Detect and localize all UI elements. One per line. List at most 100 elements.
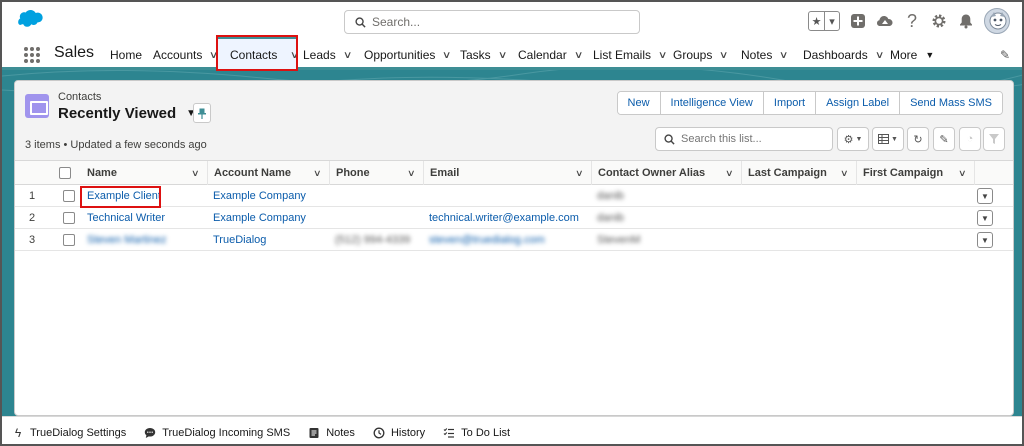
account-name-link[interactable]: TrueDialog xyxy=(213,229,266,251)
nav-item-label: Accounts xyxy=(153,48,203,62)
table-row[interactable]: 1 Example Client Example Company danib ▼ xyxy=(15,185,1013,207)
column-header-account-name[interactable]: Account Name ∨ xyxy=(207,161,329,185)
notes-icon xyxy=(309,427,319,438)
trailhead-icon[interactable] xyxy=(876,12,894,30)
chat-icon xyxy=(145,427,156,438)
utility-item-history[interactable]: History xyxy=(373,427,425,439)
row-actions-menu[interactable]: ▼ xyxy=(977,232,993,248)
setup-gear-icon[interactable] xyxy=(930,12,948,30)
row-checkbox[interactable] xyxy=(63,234,75,246)
charts-button[interactable]: ◔ xyxy=(959,127,981,151)
nav-item-label: More xyxy=(890,48,918,62)
nav-item-dashboards[interactable]: Dashboards ∨ xyxy=(803,48,885,62)
chevron-down-icon[interactable]: ∨ xyxy=(313,168,322,179)
global-search-input[interactable]: Search... xyxy=(344,10,640,34)
chevron-down-icon[interactable]: ∨ xyxy=(840,168,849,179)
nav-item-opportunities[interactable]: Opportunities ∨ xyxy=(364,48,452,62)
send-mass-sms-button[interactable]: Send Mass SMS xyxy=(899,92,1002,114)
caret-down-icon[interactable]: ▼ xyxy=(925,50,934,60)
nav-item-calendar[interactable]: Calendar ∨ xyxy=(518,48,584,62)
chevron-down-icon[interactable]: ∨ xyxy=(779,50,789,61)
nav-item-accounts[interactable]: Accounts ∨ xyxy=(153,48,219,62)
notifications-bell-icon[interactable] xyxy=(957,12,975,30)
contact-name-link[interactable]: Steven Martinez xyxy=(87,229,166,251)
chevron-down-icon[interactable]: ∨ xyxy=(875,50,885,61)
email-link[interactable]: technical.writer@example.com xyxy=(429,207,579,229)
assign-label-button[interactable]: Assign Label xyxy=(815,92,900,114)
nav-item-more[interactable]: More ▼ xyxy=(890,48,934,62)
search-icon xyxy=(355,16,366,28)
list-settings-button[interactable]: ⚙ ▼ xyxy=(837,127,869,151)
chevron-down-icon[interactable]: ∨ xyxy=(407,168,416,179)
nav-item-leads[interactable]: Leads ∨ xyxy=(303,48,353,62)
app-launcher-icon[interactable] xyxy=(24,47,40,63)
favorites-group[interactable]: ★ ▾ xyxy=(808,11,840,31)
chevron-down-icon[interactable]: ∨ xyxy=(498,50,508,61)
utility-item-label: Notes xyxy=(326,426,355,439)
account-name-link[interactable]: Example Company xyxy=(213,207,306,229)
utility-item-label: TrueDialog Incoming SMS xyxy=(162,426,291,439)
global-header: Search... ★ ▾ ? xyxy=(2,2,1022,40)
nav-item-list-emails[interactable]: List Emails ∨ xyxy=(593,48,668,62)
help-icon[interactable]: ? xyxy=(903,11,921,31)
row-actions-menu[interactable]: ▼ xyxy=(977,188,993,204)
list-search-field[interactable] xyxy=(655,127,833,151)
contact-name-link[interactable]: Technical Writer xyxy=(87,207,165,229)
list-view-selector[interactable]: Recently Viewed ▼ xyxy=(58,105,196,122)
column-header-email[interactable]: Email ∨ xyxy=(423,161,591,185)
search-icon xyxy=(664,133,675,145)
chevron-down-icon[interactable]: ∨ xyxy=(343,50,353,61)
history-clock-icon xyxy=(373,427,385,438)
favorites-star-icon[interactable]: ★ xyxy=(809,12,825,30)
chevron-down-icon[interactable]: ∨ xyxy=(719,50,729,61)
add-icon[interactable] xyxy=(849,12,867,30)
row-actions-menu[interactable]: ▼ xyxy=(977,210,993,226)
chevron-down-icon[interactable]: ∨ xyxy=(574,50,584,61)
chevron-down-icon[interactable]: ∨ xyxy=(658,50,668,61)
chevron-down-icon[interactable]: ∨ xyxy=(725,168,734,179)
utility-item-to-do-list[interactable]: To Do List xyxy=(443,427,510,439)
pin-list-view-button[interactable] xyxy=(193,103,211,123)
utility-item-truedialog-settings[interactable]: ϟ TrueDialog Settings xyxy=(12,426,126,440)
chevron-down-icon[interactable]: ∨ xyxy=(958,168,967,179)
column-header-name[interactable]: Name ∨ xyxy=(81,161,207,185)
chevron-down-icon[interactable]: ∨ xyxy=(191,168,200,179)
filter-button[interactable] xyxy=(983,127,1005,151)
edit-nav-pencil-icon[interactable]: ✎ xyxy=(1000,48,1010,62)
nav-item-home[interactable]: Home xyxy=(110,48,142,62)
utility-item-truedialog-incoming-sms[interactable]: TrueDialog Incoming SMS xyxy=(144,427,290,439)
row-number: 3 xyxy=(29,234,36,246)
new-button[interactable]: New xyxy=(617,92,660,114)
edit-list-button[interactable]: ✎ xyxy=(933,127,955,151)
user-avatar[interactable] xyxy=(984,8,1010,34)
utility-item-notes[interactable]: Notes xyxy=(308,427,355,439)
chevron-down-icon[interactable]: ∨ xyxy=(442,50,452,61)
refresh-button[interactable]: ↻ xyxy=(907,127,929,151)
intelligence-view-button[interactable]: Intelligence View xyxy=(659,92,763,114)
nav-item-notes[interactable]: Notes ∨ xyxy=(741,48,789,62)
select-all-checkbox[interactable] xyxy=(59,167,71,179)
list-view-card: Contacts Recently Viewed ▼ 3 items • Upd… xyxy=(14,80,1014,416)
column-header-last-campaign[interactable]: Last Campaign ∨ xyxy=(741,161,856,185)
column-header-contact-owner-alias[interactable]: Contact Owner Alias ∨ xyxy=(591,161,741,185)
email-link[interactable]: steven@truedialog.com xyxy=(429,229,545,251)
table-row[interactable]: 2 Technical Writer Example Company techn… xyxy=(15,207,1013,229)
table-row[interactable]: 3 Steven Martinez TrueDialog (512) 994-4… xyxy=(15,229,1013,251)
app-navigation-bar: Sales Home Accounts ∨ Contacts ∨ Leads ∨ Op… xyxy=(2,40,1022,70)
nav-item-tasks[interactable]: Tasks ∨ xyxy=(460,48,508,62)
favorites-dropdown-icon[interactable]: ▾ xyxy=(825,12,839,30)
nav-item-label: Tasks xyxy=(460,48,491,62)
row-checkbox[interactable] xyxy=(63,190,75,202)
account-name-link[interactable]: Example Company xyxy=(213,185,306,207)
import-button[interactable]: Import xyxy=(762,92,816,114)
nav-item-label: Notes xyxy=(741,48,773,62)
list-search-input[interactable] xyxy=(681,133,821,145)
nav-item-label: Dashboards xyxy=(803,48,868,62)
salesforce-logo-icon[interactable] xyxy=(14,9,44,31)
display-as-button[interactable]: ▼ xyxy=(872,127,904,151)
nav-item-groups[interactable]: Groups ∨ xyxy=(673,48,729,62)
row-checkbox[interactable] xyxy=(63,212,75,224)
chevron-down-icon[interactable]: ∨ xyxy=(575,168,584,179)
column-header-phone[interactable]: Phone ∨ xyxy=(329,161,423,185)
column-header-first-campaign[interactable]: First Campaign ∨ xyxy=(856,161,974,185)
